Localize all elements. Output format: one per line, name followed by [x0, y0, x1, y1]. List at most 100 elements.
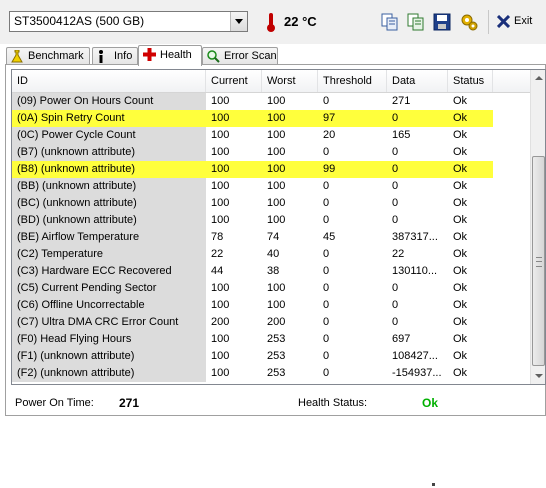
table-row[interactable]: (B8) (unknown attribute) 100 100 99 0 Ok — [12, 161, 532, 178]
cell-worst: 100 — [267, 282, 286, 294]
column-header-threshold[interactable]: Threshold — [318, 70, 387, 92]
cell-worst: 40 — [267, 248, 280, 260]
table-row[interactable]: (B7) (unknown attribute) 100 100 0 0 Ok — [12, 144, 532, 161]
cell-current: 100 — [211, 146, 230, 158]
cell-status: Ok — [453, 146, 468, 158]
table-row[interactable]: (BD) (unknown attribute) 100 100 0 0 Ok — [12, 212, 532, 229]
cell-status: Ok — [453, 129, 468, 141]
cell-threshold: 99 — [318, 161, 387, 178]
thermometer-icon — [267, 13, 275, 32]
chevron-down-icon[interactable] — [230, 12, 247, 31]
smart-attribute-table: ID Current Worst Threshold Data Status (… — [11, 69, 546, 385]
cell-status: Ok — [453, 316, 468, 328]
table-row[interactable]: (0A) Spin Retry Count 100 100 97 0 Ok — [12, 110, 532, 127]
cell-threshold: 0 — [323, 367, 330, 379]
column-header-status[interactable]: Status — [448, 70, 493, 92]
cell-status: Ok — [453, 350, 468, 362]
cell-current: 100 — [211, 95, 230, 107]
table-row[interactable]: (C3) Hardware ECC Recovered 44 38 0 130110..… — [12, 263, 532, 280]
cell-id: (C6) Offline Uncorrectable — [12, 297, 206, 314]
cell-current: 100 — [211, 282, 230, 294]
table-body: (09) Power On Hours Count 100 100 0 271 Ok (0A… — [12, 93, 532, 382]
table-row[interactable]: (C7) Ultra DMA CRC Error Count 200 200 0 0 Ok — [12, 314, 532, 331]
table-row[interactable]: (C5) Current Pending Sector 100 100 0 0 Ok — [12, 280, 532, 297]
table-row[interactable]: (F0) Head Flying Hours 100 253 0 697 Ok — [12, 331, 532, 348]
cell-data: -154937... — [392, 367, 442, 379]
cell-id: (BC) (unknown attribute) — [12, 195, 206, 212]
column-header-worst[interactable]: Worst — [262, 70, 318, 92]
cell-threshold: 0 — [323, 333, 330, 345]
column-header-id[interactable]: ID — [12, 70, 206, 92]
cell-worst: 100 — [267, 214, 286, 226]
cell-threshold: 0 — [323, 180, 330, 192]
cell-status: Ok — [453, 333, 468, 345]
tab-error-scan[interactable]: Error Scan — [202, 47, 278, 65]
cursor-dot — [432, 483, 435, 486]
vertical-scrollbar[interactable] — [530, 70, 545, 384]
save-icon[interactable] — [432, 12, 452, 32]
column-header-current[interactable]: Current — [206, 70, 262, 92]
drive-select[interactable]: ST3500412AS (500 GB) — [9, 11, 248, 32]
copy-icon[interactable] — [380, 12, 400, 32]
cell-worst: 100 — [267, 197, 286, 209]
cell-data: 0 — [387, 161, 448, 178]
scrollbar-thumb[interactable] — [532, 156, 545, 366]
cell-current: 100 — [206, 161, 262, 178]
tab-health[interactable]: Health — [138, 45, 202, 66]
table-row[interactable]: (BB) (unknown attribute) 100 100 0 0 Ok — [12, 178, 532, 195]
cell-data: 0 — [392, 299, 399, 311]
copy-all-icon[interactable] — [406, 12, 426, 32]
cell-id: (F1) (unknown attribute) — [12, 348, 206, 365]
cell-threshold: 0 — [323, 265, 330, 277]
table-row[interactable]: (BC) (unknown attribute) 100 100 0 0 Ok — [12, 195, 532, 212]
scroll-up-icon[interactable] — [531, 70, 545, 87]
cell-worst: 100 — [267, 299, 286, 311]
drive-select-value: ST3500412AS (500 GB) — [14, 14, 145, 28]
cell-worst: 200 — [267, 316, 286, 328]
table-row[interactable]: (BE) Airflow Temperature 78 74 45 387317... O… — [12, 229, 532, 246]
health-cross-icon — [143, 48, 156, 61]
table-row[interactable]: (C6) Offline Uncorrectable 100 100 0 0 Ok — [12, 297, 532, 314]
cell-data: 387317... — [392, 231, 438, 243]
cell-data: 271 — [392, 95, 411, 107]
cell-current: 22 — [211, 248, 224, 260]
cell-status: Ok — [453, 299, 468, 311]
tab-health-label: Health — [160, 49, 192, 61]
cell-id: (C5) Current Pending Sector — [12, 280, 206, 297]
cell-threshold: 0 — [323, 316, 330, 328]
table-row[interactable]: (F1) (unknown attribute) 100 253 0 108427...… — [12, 348, 532, 365]
table-row[interactable]: (0C) Power Cycle Count 100 100 20 165 Ok — [12, 127, 532, 144]
tab-benchmark[interactable]: Benchmark — [6, 47, 90, 65]
cell-id: (BD) (unknown attribute) — [12, 212, 206, 229]
cell-worst: 100 — [267, 129, 286, 141]
cell-status: Ok — [453, 248, 468, 260]
cell-data: 0 — [392, 282, 399, 294]
cell-status: Ok — [453, 197, 468, 209]
exit-button[interactable]: Exit — [497, 12, 537, 32]
table-row[interactable]: (F2) (unknown attribute) 100 253 0 -154937..… — [12, 365, 532, 382]
tab-info[interactable]: Info — [92, 47, 138, 65]
power-on-time-value: 271 — [119, 396, 140, 410]
column-header-data[interactable]: Data — [387, 70, 448, 92]
table-row[interactable]: (09) Power On Hours Count 100 100 0 271 Ok — [12, 93, 532, 110]
cell-id: (F2) (unknown attribute) — [12, 365, 206, 382]
cell-current: 100 — [211, 197, 230, 209]
cell-data: 697 — [392, 333, 411, 345]
cell-status: Ok — [453, 95, 468, 107]
options-icon[interactable] — [459, 12, 479, 32]
info-icon — [99, 50, 103, 63]
scroll-down-icon[interactable] — [531, 367, 545, 384]
cell-worst: 100 — [262, 110, 318, 127]
cell-current: 100 — [211, 299, 230, 311]
cell-current: 100 — [211, 350, 230, 362]
cell-threshold: 97 — [318, 110, 387, 127]
cell-data: 0 — [387, 110, 448, 127]
table-row[interactable]: (C2) Temperature 22 40 0 22 Ok — [12, 246, 532, 263]
cell-status: Ok — [453, 282, 468, 294]
cell-id: (BB) (unknown attribute) — [12, 178, 206, 195]
tab-benchmark-label: Benchmark — [28, 50, 84, 62]
cell-threshold: 0 — [323, 350, 330, 362]
cell-status: Ok — [453, 214, 468, 226]
cell-id: (C7) Ultra DMA CRC Error Count — [12, 314, 206, 331]
cell-current: 78 — [211, 231, 224, 243]
